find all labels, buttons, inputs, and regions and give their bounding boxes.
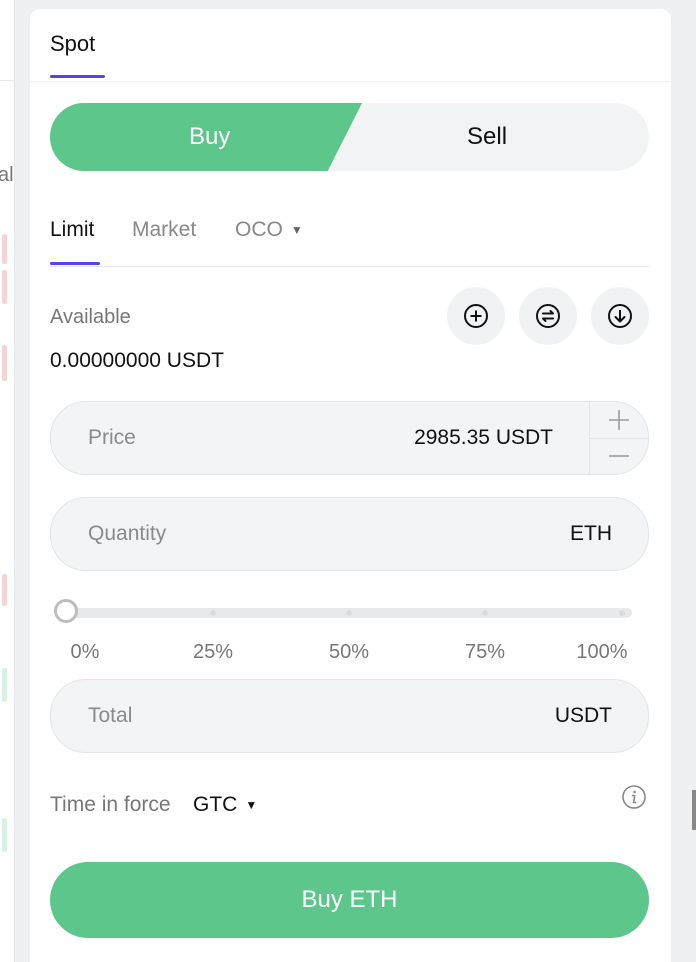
tab-oco[interactable]: OCO ▼ [235,218,303,242]
sell-label: Sell [467,123,508,150]
caret-down-icon: ▼ [245,798,258,812]
price-input[interactable]: Price 2985.35 USDT [50,401,649,475]
slider-mark-75[interactable] [482,610,488,616]
left-panel-strip: al [0,0,15,962]
tab-limit-label: Limit [50,218,95,241]
ask-row [2,270,7,304]
minus-icon [609,455,629,457]
quantity-unit: ETH [570,522,612,545]
plus-circle-icon [464,304,488,328]
tab-limit[interactable]: Limit [50,218,94,242]
divider [0,80,14,81]
slider-label: 25% [192,641,234,663]
slider-mark-50[interactable] [346,610,352,616]
amount-slider[interactable] [54,599,632,623]
quantity-input[interactable]: Quantity ETH [50,497,649,571]
transfer-button[interactable] [519,287,577,345]
bid-row [2,668,7,702]
active-tab-indicator [50,75,105,78]
panel-header: Spot [30,9,671,82]
plus-icon [609,410,629,430]
total-unit: USDT [554,704,612,727]
slider-label: 100% [576,641,628,663]
withdraw-button[interactable] [591,287,649,345]
slider-label: 0% [70,641,100,663]
deposit-button[interactable] [447,287,505,345]
slider-thumb[interactable] [54,599,78,623]
available-label: Available [50,306,131,328]
info-icon[interactable] [621,784,647,810]
increment-button[interactable] [590,402,648,439]
buy-eth-button[interactable]: Buy ETH [50,862,649,938]
ask-row [2,234,7,264]
order-panel: Spot Sell Buy Limit Market OCO ▼ Availabl… [30,9,671,962]
slider-labels: 0% 25% 50% 75% 100% [50,641,650,667]
quantity-label: Quantity [88,522,167,545]
tab-market[interactable]: Market [132,218,196,242]
price-label: Price [88,426,136,449]
slider-label: 50% [328,641,370,663]
download-icon [608,304,632,328]
transfer-icon [536,304,560,328]
time-in-force-label: Time in force [50,793,171,816]
tab-market-label: Market [132,218,197,241]
slider-mark-100[interactable] [619,610,625,616]
cut-off-text: al [0,164,14,186]
decrement-button[interactable] [590,438,648,474]
tab-spot[interactable]: Spot [50,31,95,57]
caret-down-icon: ▼ [290,223,303,237]
scrollbar[interactable] [692,790,696,830]
slider-label: 75% [464,641,506,663]
order-type-tabs: Limit Market OCO ▼ [50,214,649,267]
time-in-force-select[interactable]: GTC ▼ [193,793,257,817]
bid-row [2,818,7,852]
tab-oco-label: OCO [235,218,283,241]
total-label: Total [88,704,133,727]
time-in-force-value: GTC [193,793,238,816]
buy-button[interactable]: Buy [50,103,362,171]
slider-mark-25[interactable] [210,610,216,616]
total-input[interactable]: Total USDT [50,679,649,753]
active-tab-indicator [50,262,100,265]
available-balance: 0.00000000 USDT [50,349,224,372]
buy-label: Buy [189,123,231,150]
ask-row [2,574,7,606]
price-stepper [589,402,648,474]
ask-row [2,345,7,381]
buy-sell-switch: Sell Buy [50,103,649,171]
price-value[interactable]: 2985.35 USDT [414,426,553,450]
